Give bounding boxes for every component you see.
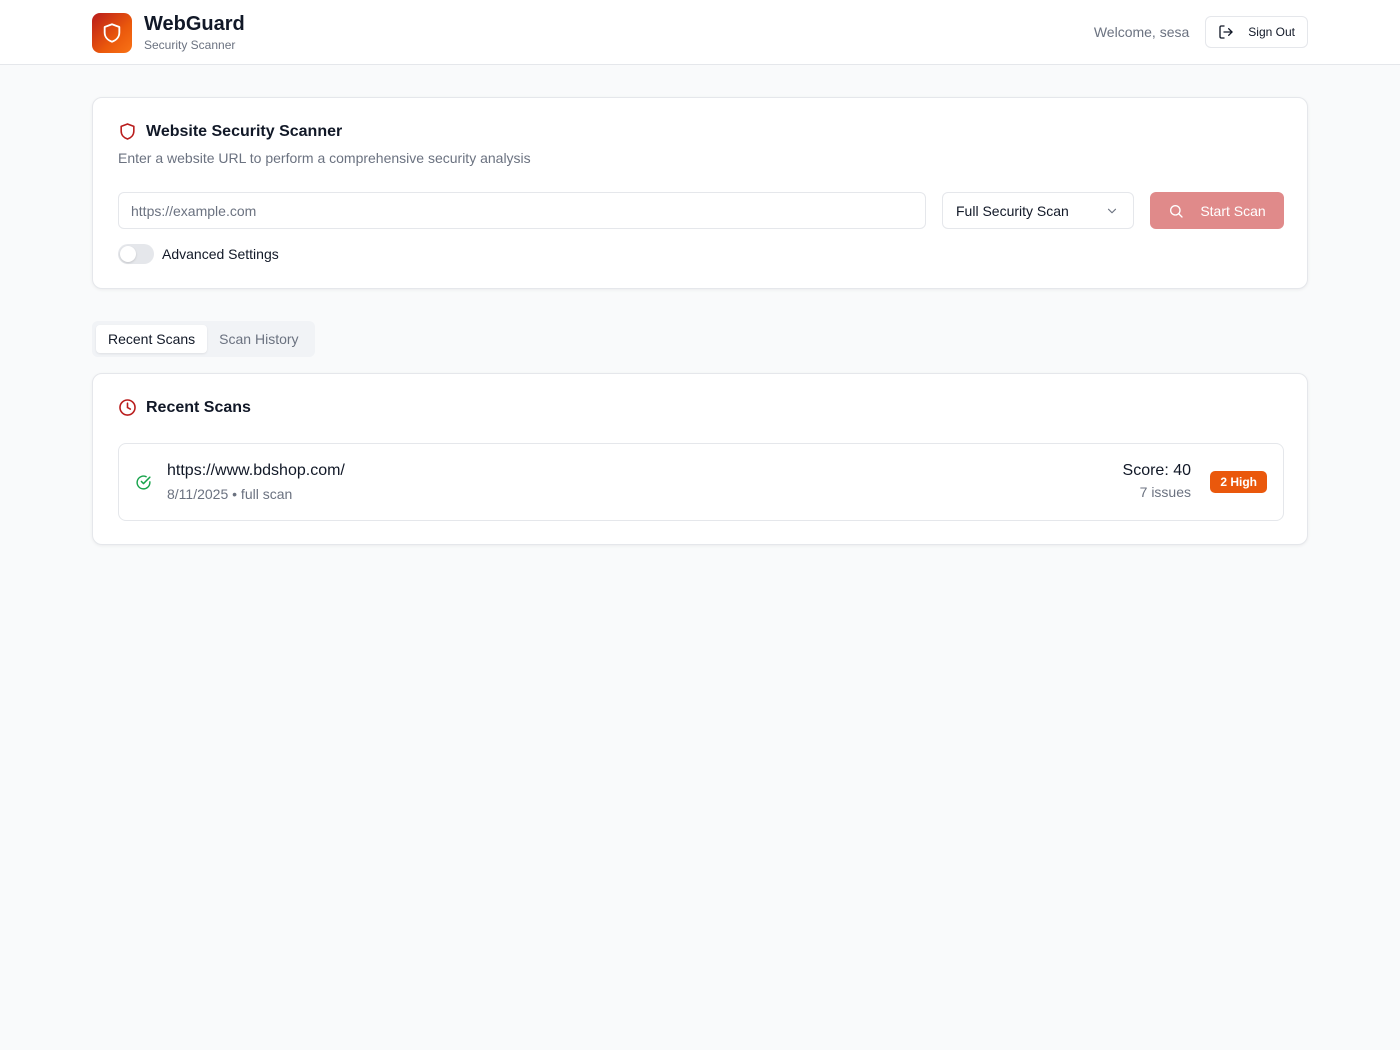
scan-meta: 8/11/2025 • full scan (167, 486, 293, 502)
shield-icon (120, 123, 135, 140)
scan-type-value: Full Security Scan (956, 202, 1069, 219)
search-icon (1170, 204, 1183, 218)
clock-icon (119, 399, 136, 416)
check-circle-icon (136, 475, 151, 490)
toggle-knob (120, 246, 136, 262)
shield-logo-icon (92, 12, 132, 53)
advanced-settings-toggle[interactable] (118, 244, 154, 264)
scan-tabs: Recent Scans Scan History (92, 321, 315, 357)
tab-scan-history[interactable]: Scan History (207, 325, 310, 353)
start-scan-button[interactable]: Start Scan (1150, 192, 1284, 229)
scanner-description: Enter a website URL to perform a compreh… (118, 150, 531, 166)
list-item[interactable]: https://www.bdshop.com/ 8/11/2025 • full… (118, 443, 1284, 521)
recent-scans-card: Recent Scans https://www.bdshop.com/ 8/1… (92, 373, 1308, 545)
logout-icon (1219, 25, 1233, 39)
scanner-title: Website Security Scanner (118, 122, 342, 141)
severity-badge: 2 High (1210, 471, 1267, 493)
recent-scans-title: Recent Scans (118, 398, 251, 417)
advanced-settings-label: Advanced Settings (162, 246, 279, 262)
top-header: WebGuard Security Scanner Welcome, sesa … (0, 0, 1400, 65)
app-subtitle: Security Scanner (144, 38, 236, 52)
url-input[interactable] (118, 192, 926, 229)
sign-out-label: Sign Out (1248, 25, 1295, 39)
start-scan-label: Start Scan (1200, 202, 1266, 219)
scan-url: https://www.bdshop.com/ (167, 462, 345, 479)
chevron-down-icon (1107, 208, 1117, 213)
scanner-card: Website Security Scanner Enter a website… (92, 97, 1308, 289)
welcome-text: Welcome, sesa (1093, 24, 1190, 40)
sign-out-button[interactable]: Sign Out (1205, 16, 1308, 48)
app-name: WebGuard (144, 13, 245, 35)
brand: WebGuard Security Scanner (92, 12, 245, 53)
scan-score: Score: 40 (1122, 462, 1191, 479)
tab-recent-scans[interactable]: Recent Scans (96, 325, 208, 353)
scan-issues: 7 issues (1139, 484, 1191, 500)
scan-type-select[interactable]: Full Security Scan (942, 192, 1134, 229)
